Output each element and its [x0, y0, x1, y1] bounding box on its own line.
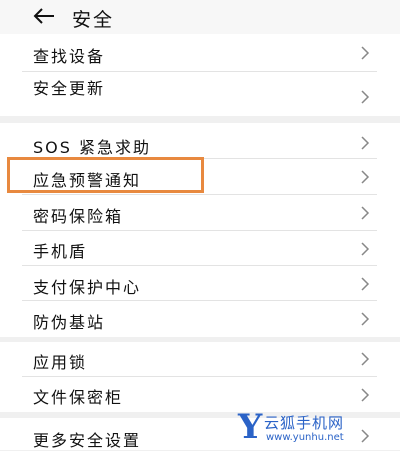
header: 安全: [0, 0, 400, 34]
pseudo-base-station-label: 防伪基站: [33, 313, 106, 332]
sos-label: SOS 紧急求助: [33, 138, 151, 157]
password-vault-label: 密码保险箱: [33, 207, 124, 226]
chevron-right-icon: [361, 170, 370, 184]
chevron-right-icon: [361, 242, 370, 256]
watermark-name: 云狐手机网: [264, 414, 345, 432]
app-lock-label: 应用锁: [33, 353, 88, 372]
row-payment-protection[interactable]: 支付保护中心: [0, 266, 400, 301]
group-emergency: SOS 紧急求助 应急预警通知 密码保险箱 手机盾 支付保护中心 防伪基站: [0, 123, 400, 337]
watermark: Y 云狐手机网 www.yunhu.net: [238, 410, 388, 444]
row-security-update[interactable]: 安全更新: [0, 72, 400, 116]
highlight-box: [7, 157, 204, 193]
group-find-update: 查找设备 安全更新: [0, 34, 400, 116]
watermark-url: www.yunhu.net: [266, 432, 344, 443]
more-security-settings-label: 更多安全设置: [33, 431, 142, 450]
chevron-right-icon: [361, 136, 370, 150]
group-lock: 应用锁 文件保密柜: [0, 342, 400, 412]
security-update-label: 安全更新: [33, 79, 106, 98]
chevron-right-icon: [361, 352, 370, 366]
row-file-safe[interactable]: 文件保密柜: [0, 377, 400, 412]
chevron-right-icon: [361, 312, 370, 326]
row-find-device[interactable]: 查找设备: [0, 34, 400, 72]
chevron-right-icon: [361, 90, 370, 104]
row-phone-shield[interactable]: 手机盾: [0, 231, 400, 266]
row-password-vault[interactable]: 密码保险箱: [0, 195, 400, 231]
row-sos[interactable]: SOS 紧急求助: [0, 123, 400, 159]
chevron-right-icon: [361, 46, 370, 60]
chevron-right-icon: [361, 206, 370, 220]
chevron-right-icon: [361, 277, 370, 291]
page-title: 安全: [72, 9, 115, 31]
chevron-right-icon: [361, 388, 370, 402]
watermark-logo: Y: [238, 407, 263, 447]
file-safe-label: 文件保密柜: [33, 388, 124, 407]
row-app-lock[interactable]: 应用锁: [0, 342, 400, 376]
payment-protection-label: 支付保护中心: [33, 278, 142, 297]
row-pseudo-base-station[interactable]: 防伪基站: [0, 301, 400, 337]
phone-shield-label: 手机盾: [33, 242, 88, 261]
find-device-label: 查找设备: [33, 47, 106, 66]
back-arrow-icon[interactable]: [32, 6, 56, 26]
